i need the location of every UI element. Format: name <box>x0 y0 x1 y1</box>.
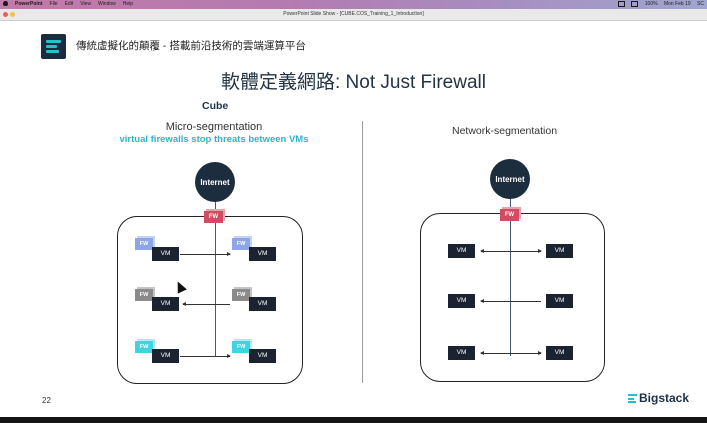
menu-edit[interactable]: Edit <box>65 1 74 7</box>
network-traffic-arrow <box>480 249 542 253</box>
micro-vm: VM <box>249 297 276 311</box>
network-perimeter-firewall: FW <box>500 209 519 221</box>
mac-menu-bar: PowerPoint File Edit View Window Help 100% Mo… <box>0 0 707 9</box>
network-internet-node: Internet <box>490 159 530 199</box>
micro-perimeter-firewall: FW <box>204 211 223 223</box>
page-number: 22 <box>42 396 51 405</box>
battery-percent: 100% <box>644 1 658 7</box>
menu-help[interactable]: Help <box>123 1 133 7</box>
minimize-window-icon[interactable] <box>10 12 15 17</box>
close-window-icon[interactable] <box>3 12 8 17</box>
micro-vm-firewall: FW <box>135 341 153 353</box>
network-vm: VM <box>546 294 573 308</box>
menubar-extra[interactable]: SC <box>697 1 704 7</box>
screen-record-icon[interactable] <box>618 0 625 7</box>
network-segmentation-heading: Network-segmentation <box>452 125 558 137</box>
micro-segmentation-subheading: virtual firewalls stop threats between V… <box>119 134 309 145</box>
network-traffic-arrow <box>480 299 541 303</box>
micro-vm-firewall: FW <box>135 238 153 250</box>
micro-traffic-arrow <box>180 354 231 358</box>
bigstack-logo-icon <box>41 34 66 59</box>
network-vm: VM <box>546 346 573 360</box>
menu-window[interactable]: Window <box>98 1 116 7</box>
micro-vm: VM <box>249 349 276 363</box>
bigstack-brand-text: Bigstack <box>639 391 690 405</box>
slide-title: 軟體定義網路: Not Just Firewall <box>221 72 486 93</box>
window-title-bar: PowerPoint Slide Show - [CUBE.COS_Traini… <box>0 9 707 21</box>
bigstack-brand: Bigstack <box>628 391 689 405</box>
network-traffic-arrow <box>480 351 542 355</box>
display-icon[interactable] <box>631 0 639 7</box>
micro-traffic-arrow <box>180 252 231 256</box>
bigstack-bars-icon <box>628 394 637 403</box>
cube-label: Cube <box>202 100 229 112</box>
micro-vm: VM <box>152 349 179 363</box>
menu-view[interactable]: View <box>80 1 91 7</box>
micro-vm: VM <box>152 247 179 261</box>
micro-vm: VM <box>249 247 276 261</box>
window-title: PowerPoint Slide Show - [CUBE.COS_Traini… <box>283 11 424 17</box>
slide: 傳統虛擬化的顛覆 - 搭載前沿技術的雲端運算平台 軟體定義網路: Not Jus… <box>0 21 707 417</box>
micro-internet-node: Internet <box>195 162 235 202</box>
micro-vm-firewall: FW <box>232 238 250 250</box>
micro-vm-firewall: FW <box>232 341 250 353</box>
menu-file[interactable]: File <box>50 1 58 7</box>
micro-traffic-arrow <box>182 302 230 306</box>
bottom-bar <box>0 417 707 423</box>
micro-vm: VM <box>152 297 179 311</box>
slide-header: 傳統虛擬化的顛覆 - 搭載前沿技術的雲端運算平台 <box>76 40 306 52</box>
network-vm: VM <box>448 244 475 258</box>
apple-menu-icon[interactable] <box>3 1 8 7</box>
network-vm: VM <box>448 346 475 360</box>
micro-segmentation-heading: Micro-segmentation <box>165 121 263 133</box>
menu-app-name[interactable]: PowerPoint <box>15 1 43 7</box>
network-vm: VM <box>546 244 573 258</box>
clock[interactable]: Mon Feb 19 <box>664 1 691 7</box>
network-vm: VM <box>448 294 475 308</box>
panel-divider <box>362 121 363 383</box>
micro-vm-firewall: FW <box>232 289 250 301</box>
micro-vm-firewall: FW <box>135 289 153 301</box>
